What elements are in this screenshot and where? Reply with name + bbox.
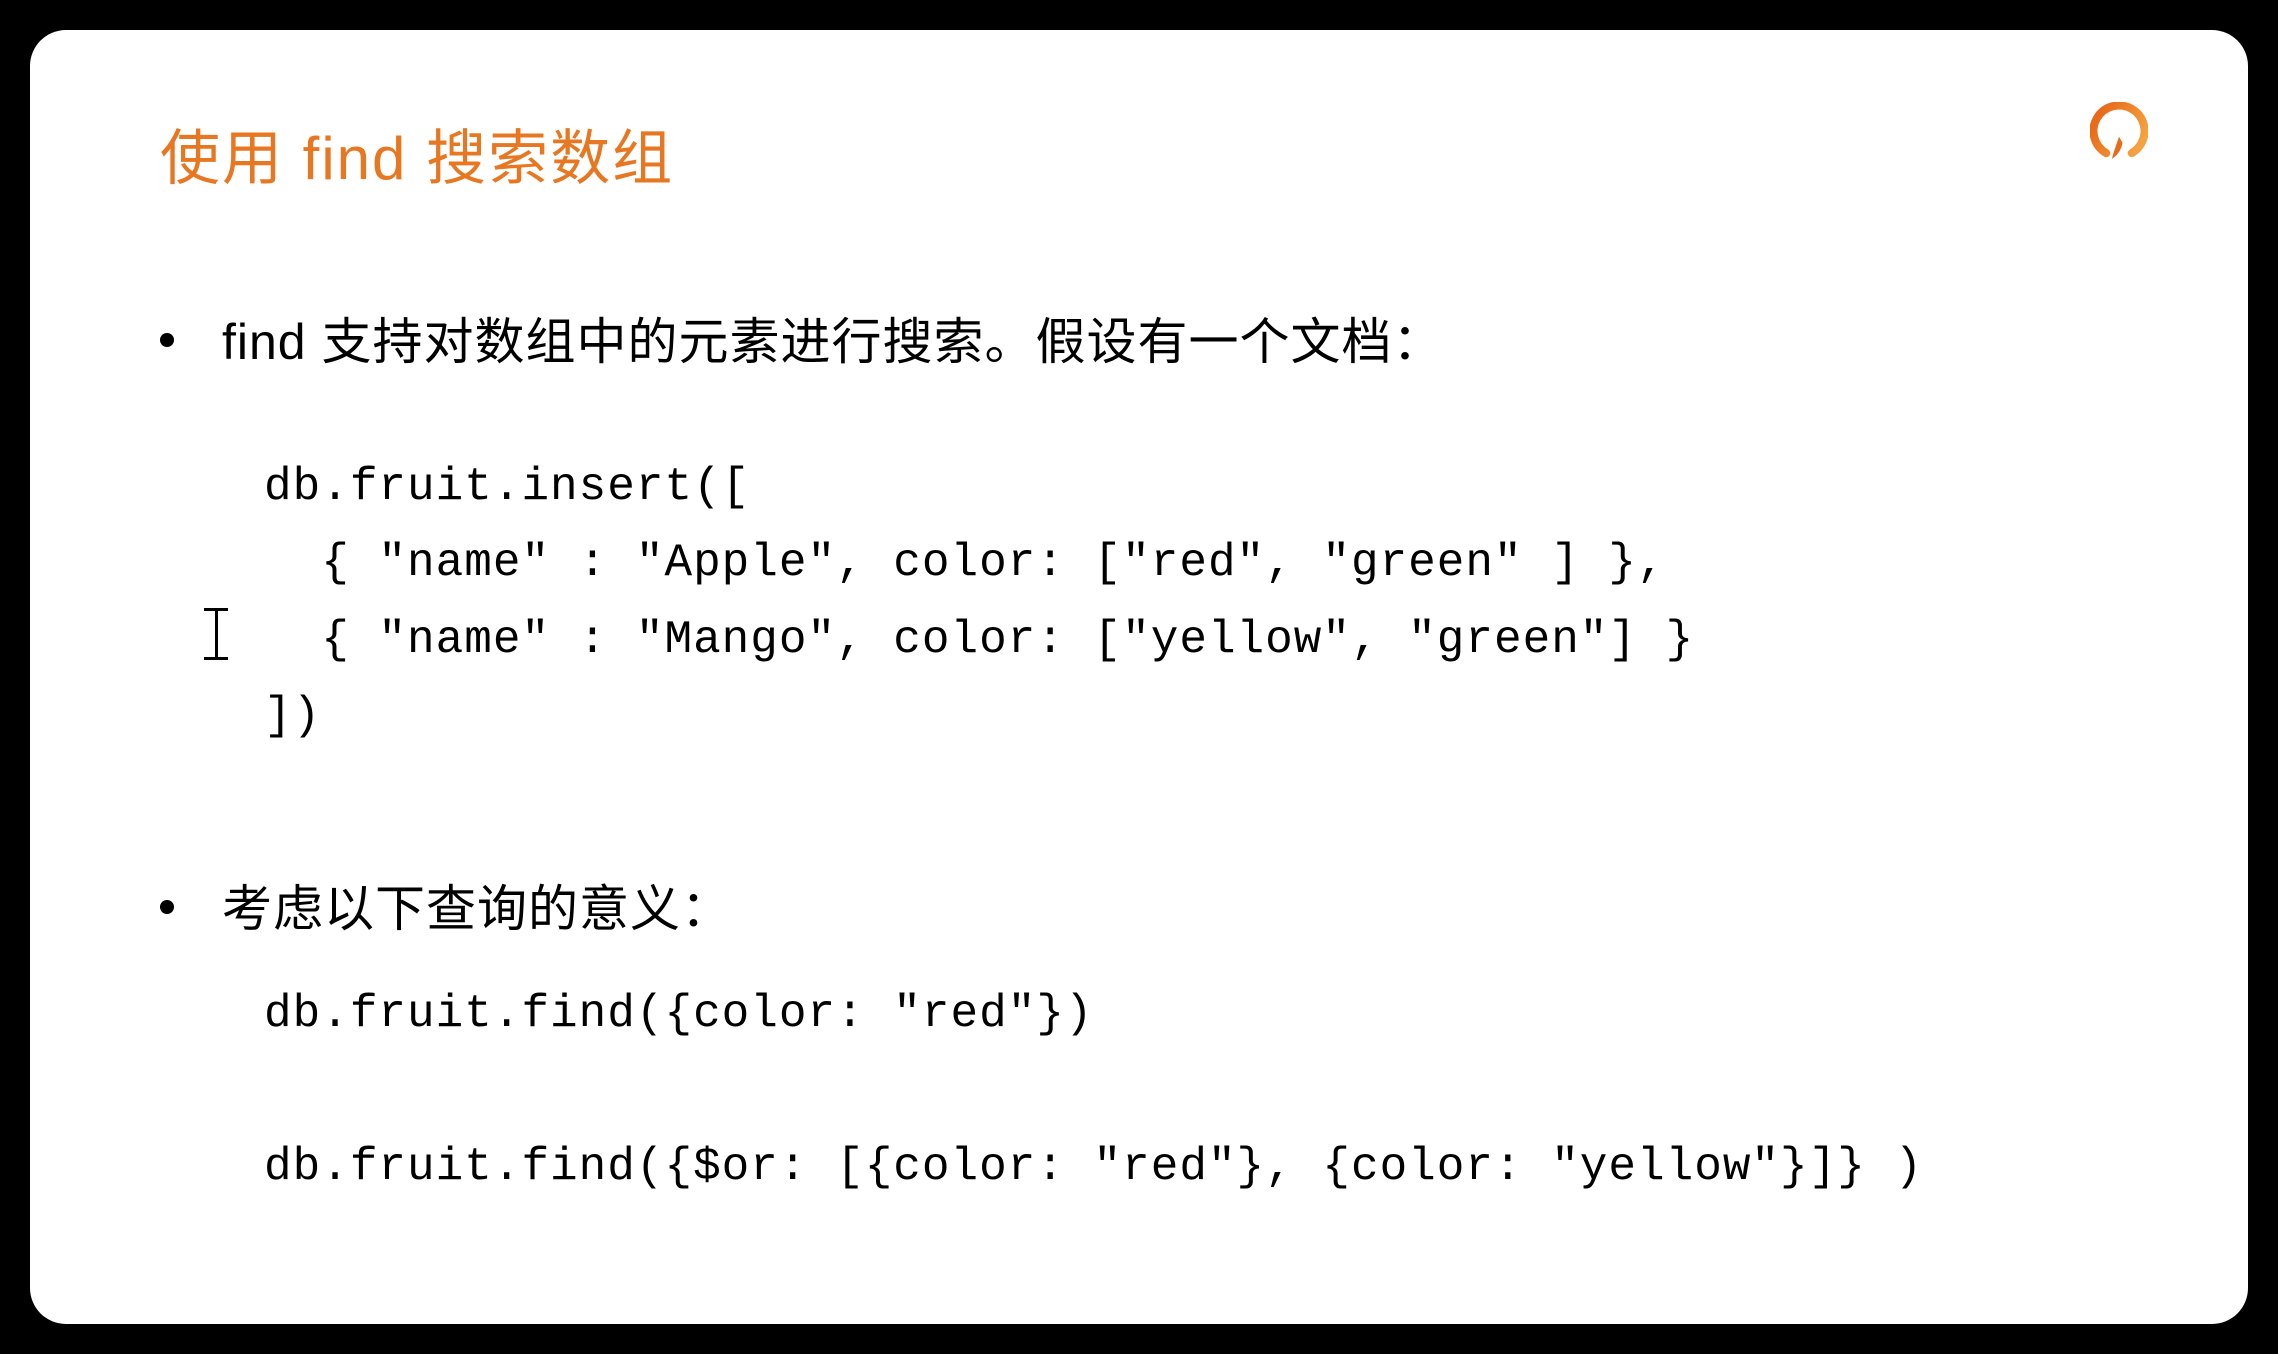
code-block: db.fruit.find({color: "red"}) db.fruit.f… [264,976,2138,1205]
bullet-item: find 支持对数组中的元素进行搜索。假设有一个文档： [160,307,2138,377]
brand-logo-icon [2090,102,2148,160]
slide-card: 使用 find 搜索数组 find 支持对数组中的元素进行搜索。假设有一个文档：… [30,30,2248,1324]
bullet-text: 考虑以下查询的意义： [222,874,732,944]
code-block: db.fruit.insert([ { "name" : "Apple", co… [264,449,2138,754]
bullet-item: 考虑以下查询的意义： [160,874,2138,944]
text-cursor-icon [204,608,228,660]
bullet-marker [160,333,174,347]
bullet-text: find 支持对数组中的元素进行搜索。假设有一个文档： [222,307,1444,377]
slide-title: 使用 find 搜索数组 [160,110,2138,197]
bullet-marker [160,900,174,914]
